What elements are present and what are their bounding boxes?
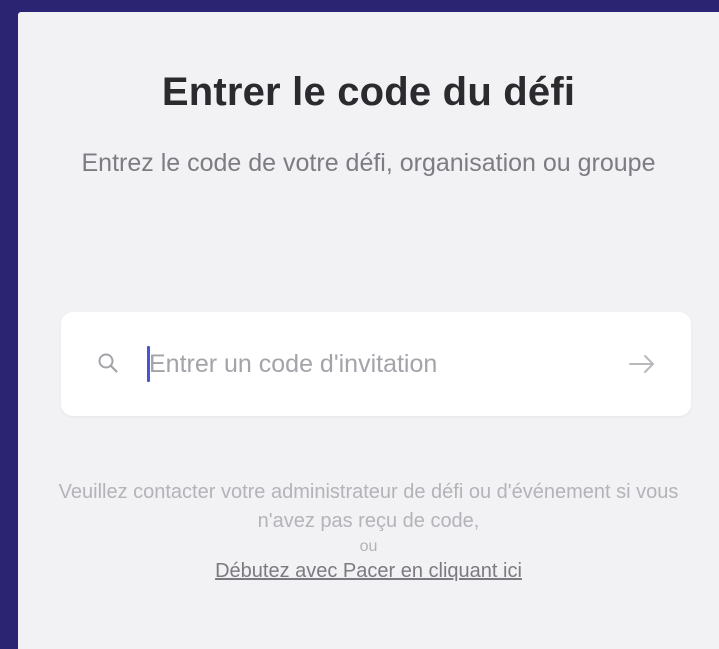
page-title: Entrer le code du défi	[161, 70, 576, 114]
invite-code-input[interactable]	[149, 342, 609, 386]
or-separator: ou	[359, 538, 378, 555]
start-with-pacer-link[interactable]: Débutez avec Pacer en cliquant ici	[215, 560, 522, 582]
arrow-right-icon[interactable]	[627, 350, 657, 378]
start-with-pacer-link-wrapper: Débutez avec Pacer en cliquant ici	[18, 560, 719, 583]
help-text: Veuillez contacter votre administrateur …	[58, 481, 679, 532]
invite-code-panel: Entrer le code du défi Entrez le code de…	[18, 12, 719, 649]
invite-code-search-box[interactable]	[61, 312, 691, 416]
page-subtitle: Entrez le code de votre défi, organisati…	[81, 149, 656, 177]
search-icon	[97, 352, 119, 374]
